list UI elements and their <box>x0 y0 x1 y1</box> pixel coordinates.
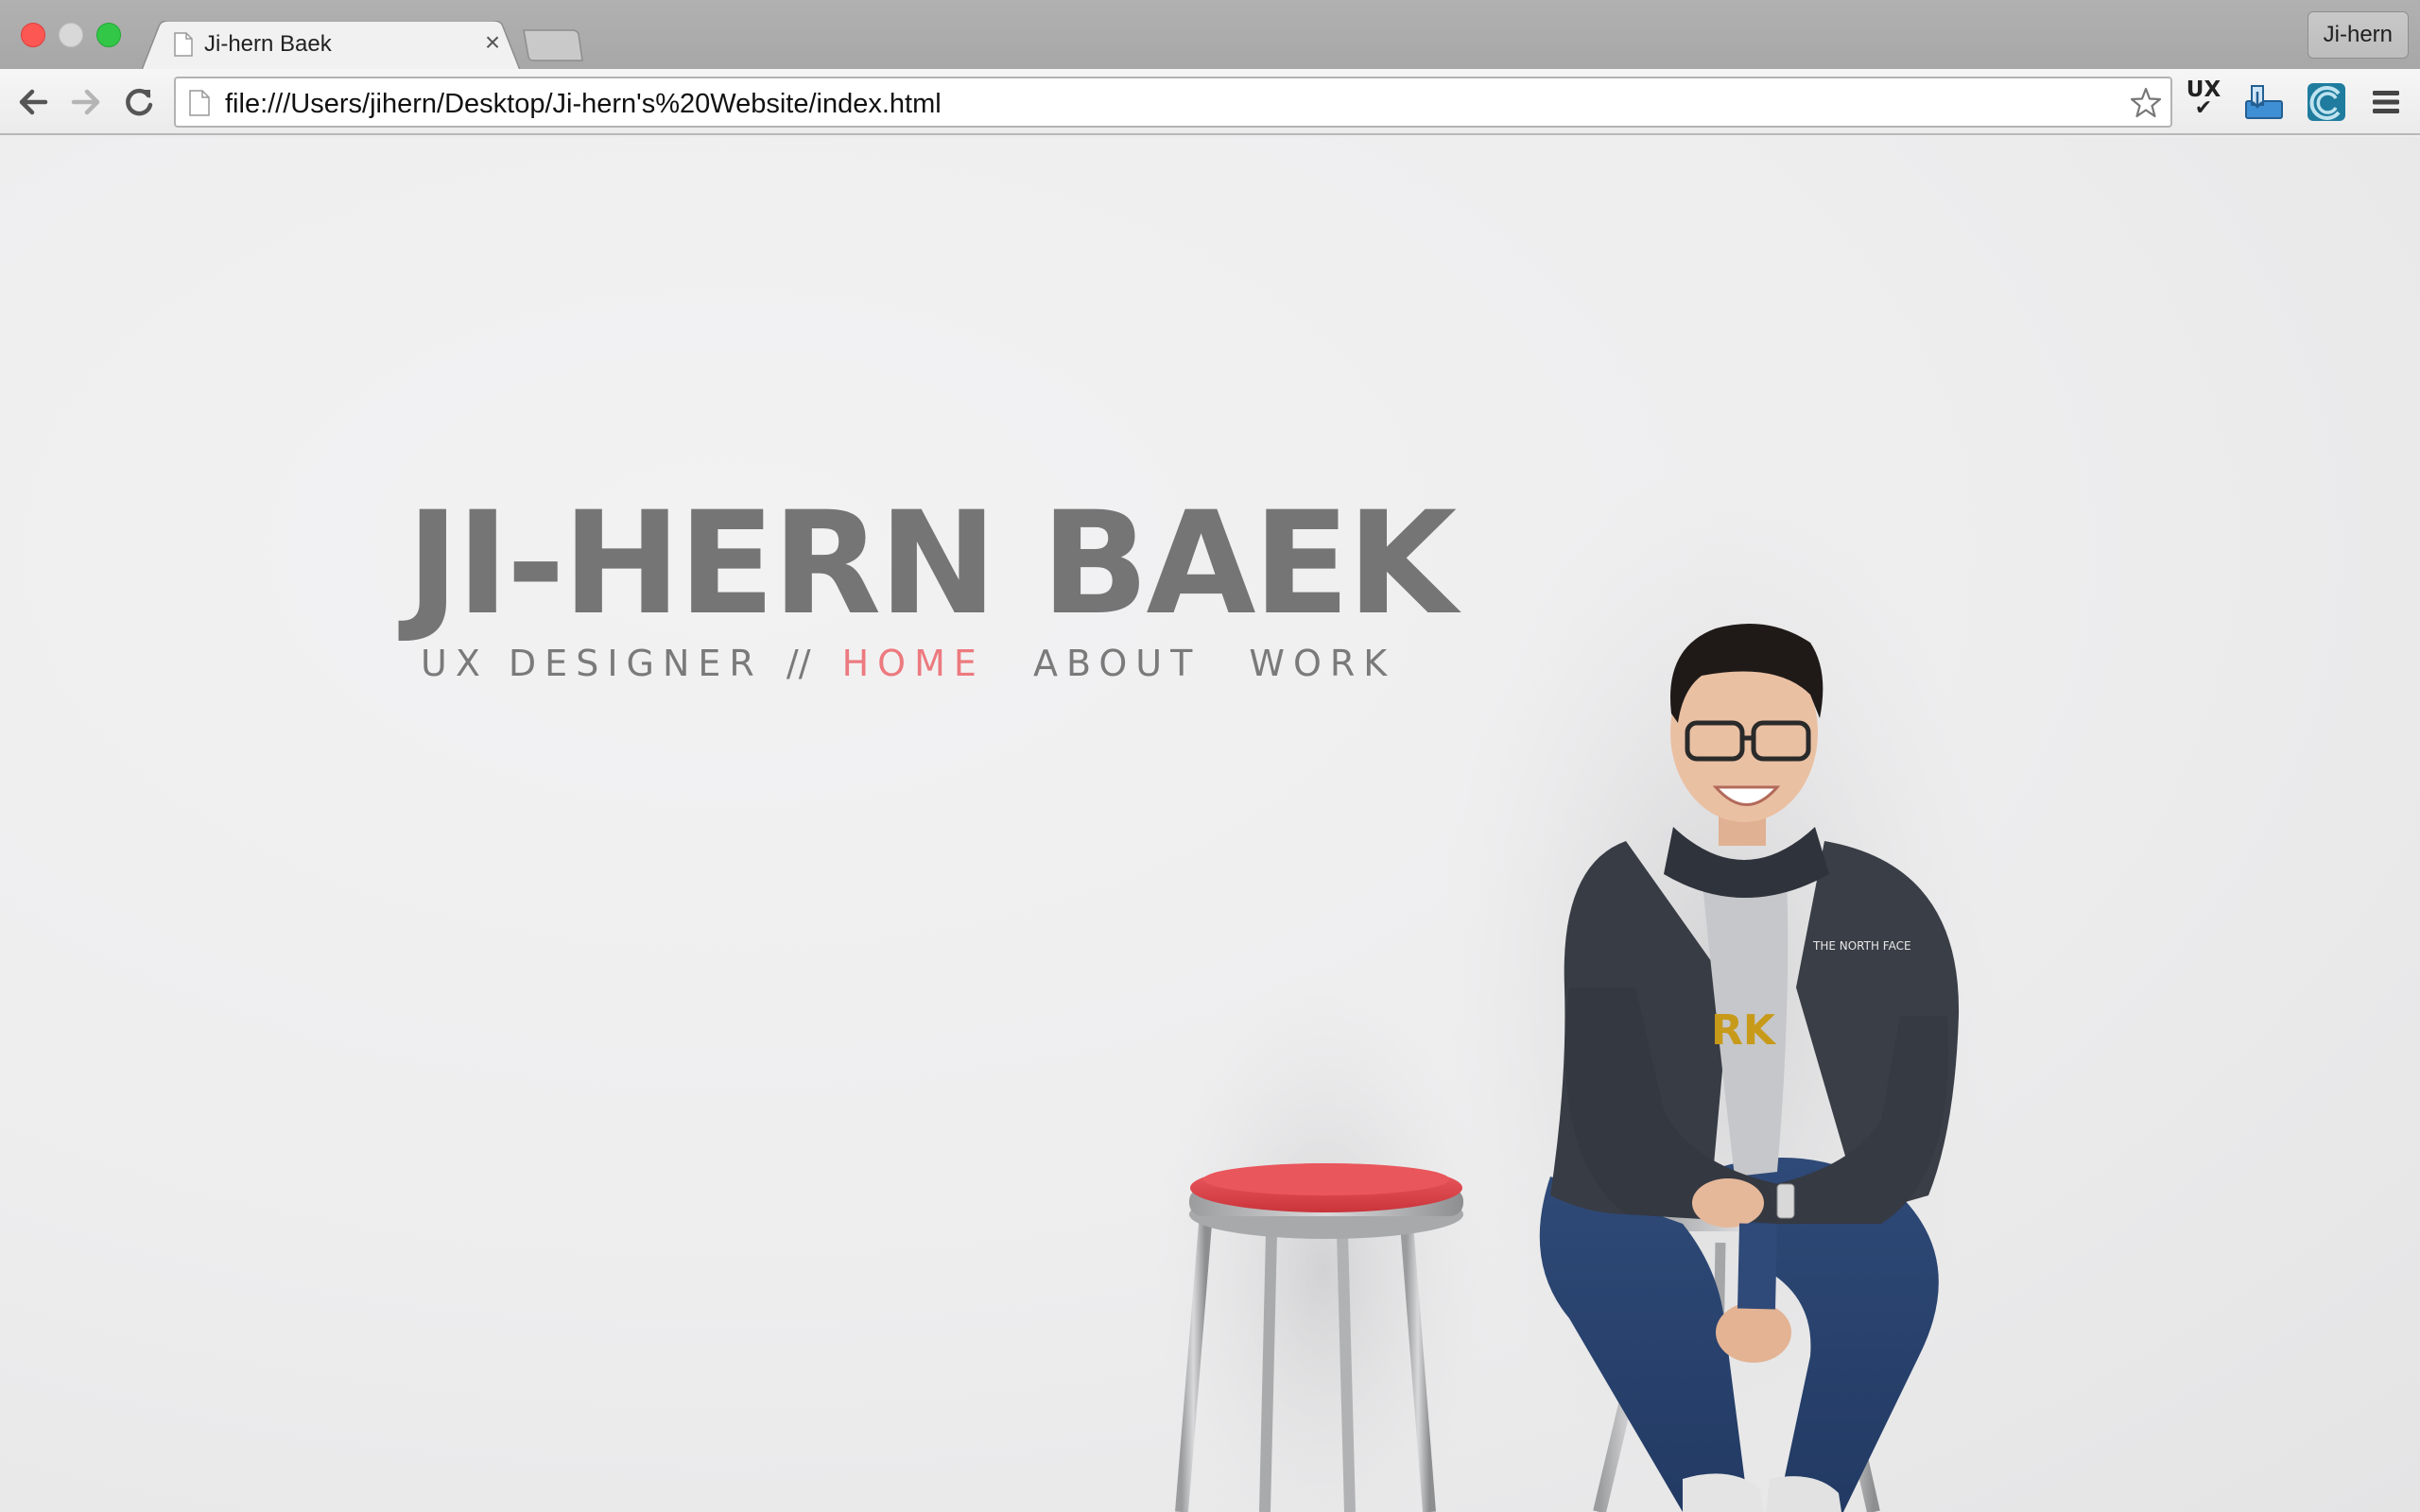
site-title: JI-HERN BAEK <box>406 482 1457 646</box>
url-text[interactable]: file:///Users/jihern/Desktop/Ji-hern's%2… <box>225 89 942 120</box>
new-tab-button[interactable] <box>522 28 584 62</box>
bookmark-star-icon[interactable] <box>2129 86 2163 120</box>
shirt-print: RK <box>1711 1006 1777 1055</box>
nav-link-about[interactable]: ABOUT <box>1033 643 1201 684</box>
profile-button[interactable]: Ji-hern <box>2307 11 2409 59</box>
browser-titlebar: Ji-hern Baek × Ji-hern <box>0 0 2420 70</box>
check-mark-icon: ✔ <box>2194 96 2213 120</box>
window-minimize-button[interactable] <box>59 23 83 47</box>
page-viewport: RK THE NORTH FACE JI-HERN BAEK UX DESIGN… <box>0 137 2420 1512</box>
nav-link-work[interactable]: WORK <box>1249 643 1395 684</box>
forward-arrow-icon <box>71 89 100 115</box>
hero-photo: RK THE NORTH FACE <box>1153 458 2004 1512</box>
svg-text:THE NORTH FACE: THE NORTH FACE <box>1812 939 1911 953</box>
page-icon <box>189 90 210 116</box>
nav-separator: // <box>786 643 811 684</box>
site-nav: UX DESIGNER // HOME ABOUT WORK <box>421 643 1424 684</box>
role-label: UX DESIGNER <box>421 643 763 684</box>
reload-button[interactable] <box>119 82 159 122</box>
page-favicon-icon <box>174 32 193 57</box>
window-close-button[interactable] <box>21 23 45 47</box>
swirl-extension-icon[interactable] <box>2305 80 2348 124</box>
forward-button[interactable] <box>66 82 106 122</box>
browser-tab-active[interactable]: Ji-hern Baek × <box>142 21 520 70</box>
reload-icon <box>126 88 153 116</box>
tab-title: Ji-hern Baek <box>204 31 332 57</box>
inbox-download-icon[interactable] <box>2242 80 2286 124</box>
ux-check-extension-icon[interactable]: UX ✔ <box>2182 79 2225 124</box>
nav-link-home[interactable]: HOME <box>842 643 985 684</box>
browser-toolbar: file:///Users/jihern/Desktop/Ji-hern's%2… <box>0 69 2420 135</box>
back-arrow-icon <box>19 89 48 115</box>
address-bar[interactable]: file:///Users/jihern/Desktop/Ji-hern's%2… <box>174 77 2172 128</box>
window-maximize-button[interactable] <box>96 23 121 47</box>
tab-close-icon[interactable]: × <box>480 28 505 57</box>
hamburger-menu-icon[interactable] <box>2367 80 2411 124</box>
back-button[interactable] <box>13 82 53 122</box>
